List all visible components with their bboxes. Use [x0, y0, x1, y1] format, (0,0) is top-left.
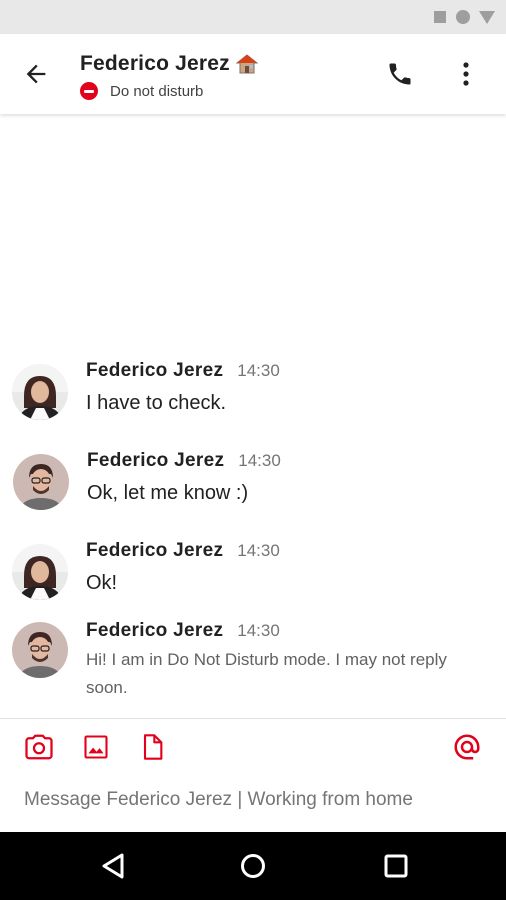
message-text: Ok, let me know :)	[87, 482, 249, 504]
message-author: Federico Jerez	[86, 620, 224, 641]
avatar[interactable]	[12, 622, 68, 678]
message-header: Federico Jerez 14:30	[86, 360, 280, 382]
avatar[interactable]	[12, 544, 68, 600]
contact-title[interactable]: Federico Jerez	[80, 52, 258, 76]
message-input[interactable]	[24, 789, 494, 811]
recent-status-icon	[434, 11, 446, 23]
man-avatar	[12, 622, 68, 678]
message-time: 14:30	[237, 541, 280, 560]
message-text: I have to check.	[86, 392, 227, 414]
message-time: 14:30	[237, 621, 280, 640]
message-text: Ok!	[86, 572, 118, 594]
nav-home-button[interactable]	[236, 849, 270, 883]
nav-recents-button[interactable]	[379, 849, 413, 883]
message-list[interactable]: Federico Jerez 14:30 I have to check. Fe…	[0, 114, 506, 718]
house-emoji-icon	[235, 54, 258, 74]
system-nav-bar	[0, 832, 506, 900]
file-icon	[143, 734, 163, 760]
camera-button[interactable]	[23, 731, 55, 763]
status-bar	[0, 0, 506, 34]
message-header: Federico Jerez 14:30	[86, 540, 280, 562]
mention-icon	[454, 734, 480, 760]
nav-back-button[interactable]	[96, 849, 130, 883]
message-time: 14:30	[237, 361, 280, 380]
message-composer	[0, 718, 506, 832]
arrow-left-icon	[26, 64, 46, 84]
triangle-back-icon	[102, 853, 124, 879]
avatar[interactable]	[13, 454, 69, 510]
message-time: 14:30	[238, 451, 281, 470]
avatar[interactable]	[12, 364, 68, 420]
woman-avatar	[12, 544, 68, 600]
image-icon	[84, 735, 108, 759]
contact-name: Federico Jerez	[80, 52, 230, 75]
message-header: Federico Jerez 14:30	[86, 620, 280, 642]
attach-file-button[interactable]	[136, 731, 168, 763]
message-author: Federico Jerez	[86, 540, 224, 561]
woman-avatar	[12, 364, 68, 420]
phone-icon	[389, 63, 411, 85]
status-circle-icon	[456, 10, 470, 24]
presence-status: Do not disturb	[80, 82, 203, 100]
camera-icon	[25, 734, 53, 760]
back-button[interactable]	[18, 56, 54, 92]
do-not-disturb-icon	[80, 82, 98, 100]
square-recents-icon	[384, 854, 408, 878]
gallery-button[interactable]	[80, 731, 112, 763]
man-avatar	[13, 454, 69, 510]
more-options-button[interactable]	[452, 56, 480, 92]
more-vert-icon	[463, 62, 469, 86]
signal-icon	[479, 11, 495, 24]
presence-text: Do not disturb	[110, 82, 204, 100]
chat-header: Federico Jerez Do not disturb	[0, 34, 506, 114]
message-author: Federico Jerez	[86, 360, 224, 381]
call-button[interactable]	[382, 56, 418, 92]
circle-home-icon	[241, 854, 265, 878]
mention-button[interactable]	[451, 731, 483, 763]
auto-reply-text: Hi! I am in Do Not Disturb mode. I may n…	[86, 650, 447, 697]
message-author: Federico Jerez	[87, 450, 225, 471]
message-header: Federico Jerez 14:30	[87, 450, 281, 472]
